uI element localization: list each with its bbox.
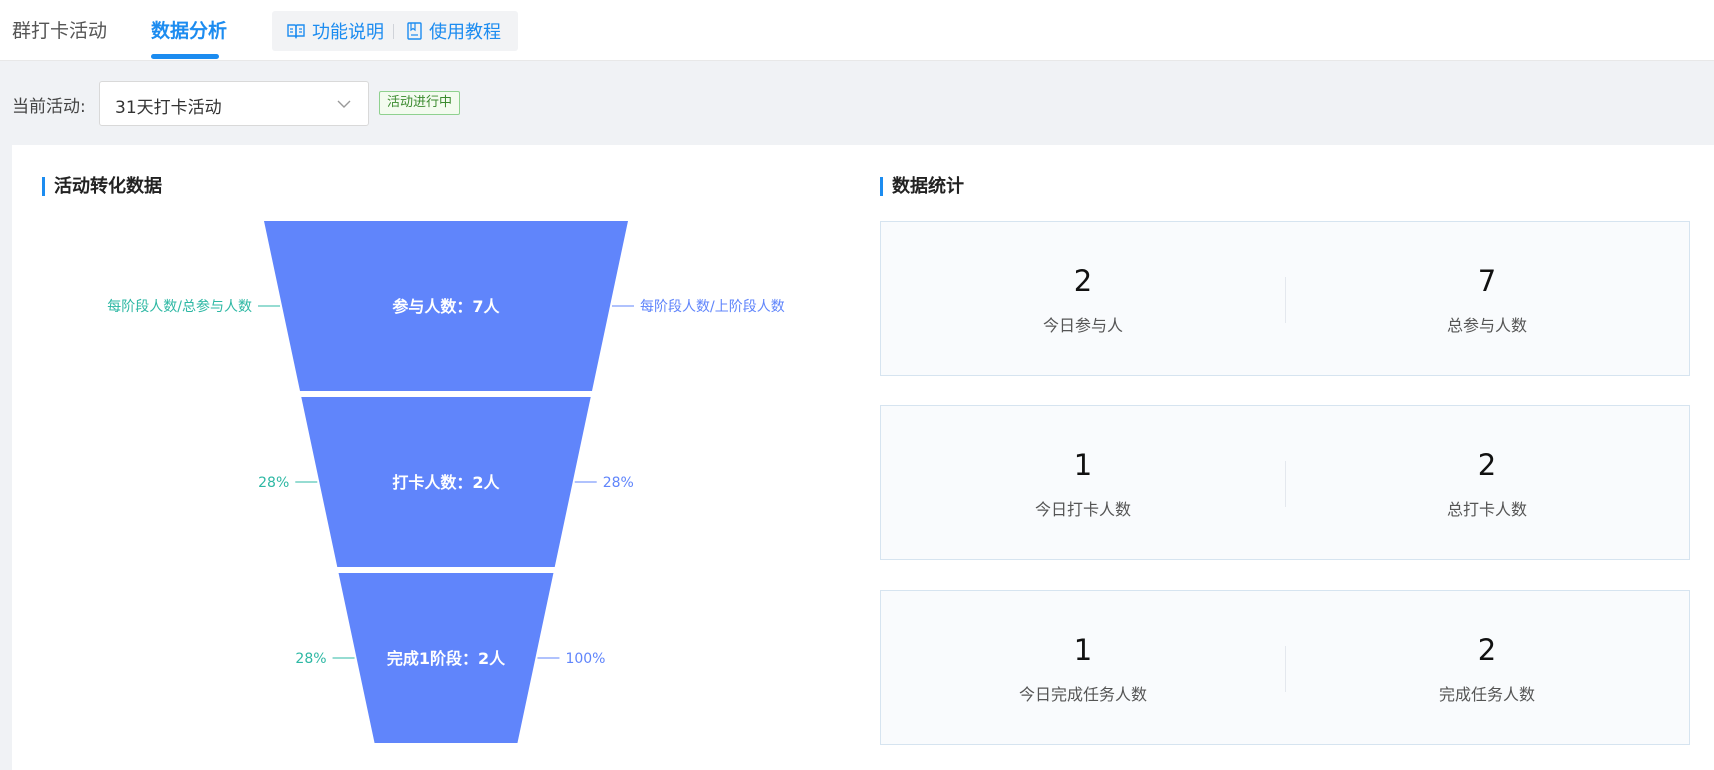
stat-total-checkins: 2 总打卡人数: [1285, 406, 1689, 559]
stats-section-title: 数据统计: [880, 177, 964, 196]
tutorial-label: 使用教程: [429, 22, 501, 43]
stat-total-completed-tasks: 2 完成任务人数: [1285, 591, 1689, 744]
stat-today-participants: 2 今日参与人: [881, 222, 1285, 375]
feature-description-link[interactable]: 功能说明: [287, 20, 384, 43]
stat-label: 今日打卡人数: [1034, 500, 1131, 519]
stat-label: 今日参与人: [1042, 316, 1123, 335]
funnel-stage-label: 完成1阶段：2人: [387, 649, 506, 668]
funnel-pct-of-total: 28%: [295, 651, 326, 667]
stat-value: 2: [1477, 448, 1497, 482]
stat-card-tasks: 1 今日完成任务人数 2 完成任务人数: [880, 590, 1690, 745]
stat-label: 今日完成任务人数: [1018, 685, 1147, 704]
book-open-icon: [287, 24, 305, 39]
feature-description-label: 功能说明: [312, 22, 384, 43]
stat-label: 总打卡人数: [1446, 500, 1527, 519]
top-tab-bar: 群打卡活动 数据分析 功能说明 使用教程: [0, 0, 1714, 61]
funnel-pct-of-total: 28%: [258, 475, 289, 491]
tab-data-analysis[interactable]: 数据分析: [151, 16, 227, 43]
conversion-funnel-chart: 参与人数：7人 每阶段人数/总参与人数 每阶段人数/上阶段人数打卡人数：2人 28% 2…: [107, 221, 785, 743]
current-activity-label: 当前活动:: [12, 97, 86, 117]
document-icon: [407, 22, 422, 40]
funnel-left-axis-label: 每阶段人数/总参与人数: [107, 298, 252, 315]
stat-value: 2: [1477, 633, 1497, 667]
stat-total-participants: 7 总参与人数: [1285, 222, 1689, 375]
tutorial-link[interactable]: 使用教程: [407, 20, 501, 43]
stat-today-checkins: 1 今日打卡人数: [881, 406, 1285, 559]
funnel-right-axis-label: 每阶段人数/上阶段人数: [640, 299, 785, 315]
stat-label: 总参与人数: [1446, 316, 1527, 335]
funnel-stage-label: 打卡人数：2人: [392, 473, 500, 492]
main-content-card: 活动转化数据 参与人数：7人 每阶段人数/总参与人数 每阶段人数/上阶段人数 打卡人数…: [12, 145, 1714, 770]
tab-group-checkin[interactable]: 群打卡活动: [12, 16, 107, 43]
help-links-box: 功能说明 使用教程: [272, 11, 518, 51]
active-tab-indicator: [151, 54, 219, 59]
activity-select-value: 31天打卡活动: [115, 98, 222, 118]
funnel-pct-of-prev: 28%: [603, 475, 634, 491]
stat-value: 1: [1073, 448, 1093, 482]
stat-today-completed-tasks: 1 今日完成任务人数: [881, 591, 1285, 744]
chevron-down-icon: [337, 100, 351, 108]
activity-status-badge: 活动进行中: [379, 91, 461, 115]
stat-card-checkins: 1 今日打卡人数 2 总打卡人数: [880, 405, 1690, 560]
activity-select[interactable]: 31天打卡活动: [99, 81, 369, 126]
stat-value: 1: [1073, 633, 1093, 667]
help-divider: [393, 24, 394, 39]
stat-label: 完成任务人数: [1438, 685, 1535, 704]
funnel-pct-of-prev: 100%: [565, 651, 605, 667]
stat-card-participants: 2 今日参与人 7 总参与人数: [880, 221, 1690, 376]
stat-value: 2: [1073, 264, 1093, 298]
stat-value: 7: [1477, 264, 1497, 298]
funnel-stage-label: 参与人数：7人: [392, 297, 500, 316]
